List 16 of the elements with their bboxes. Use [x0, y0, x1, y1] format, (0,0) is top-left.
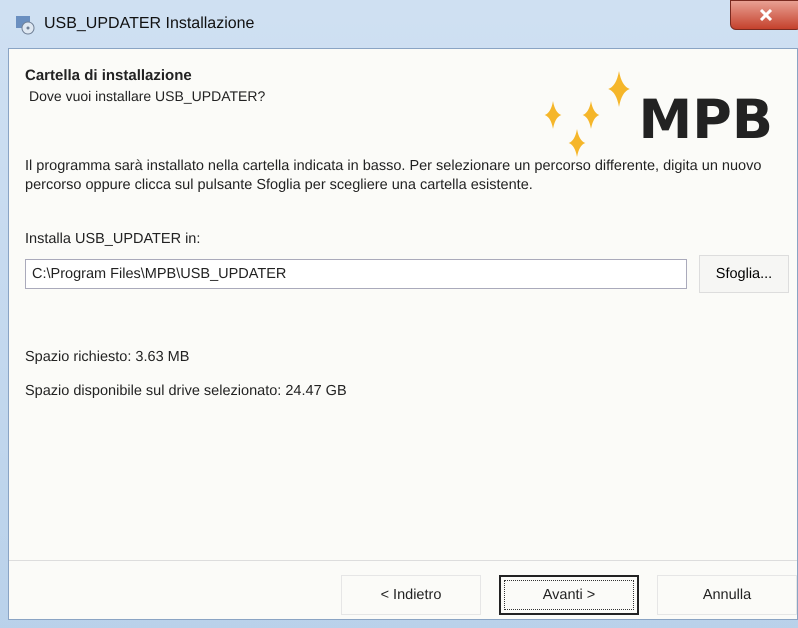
logo-text: MPB: [638, 93, 773, 147]
browse-button[interactable]: Sfoglia...: [699, 255, 789, 293]
close-button[interactable]: [730, 0, 798, 30]
installer-icon: [14, 13, 36, 35]
install-label: Installa USB_UPDATER in:: [25, 231, 202, 247]
space-available: Spazio disponibile sul drive selezionato: 24.47 GB: [25, 383, 348, 399]
wizard-button[interactable]: < Indietro: [341, 575, 481, 615]
page-title: Cartella di installazione: [25, 67, 193, 84]
wizard-button[interactable]: Avanti >: [499, 575, 639, 615]
close-icon: [759, 9, 773, 21]
page-subtitle: Dove vuoi installare USB_UPDATER?: [28, 88, 266, 104]
path-field[interactable]: C:\Program Files\MPB\USB_UPDATER: [25, 259, 687, 289]
window-title: USB_UPDATER Installazione: [44, 15, 254, 33]
space-required: Spazio richiesto: 3.63 MB: [25, 349, 190, 365]
description: Il programma sarà installato nella cartella indicata in basso. Per selezionare un percorso differente, digita un nuovo percorso oppure clicca sul pulsante Sfoglia per scegliere una cartella esistente.: [25, 157, 762, 195]
wizard-button[interactable]: Annulla: [657, 575, 797, 615]
